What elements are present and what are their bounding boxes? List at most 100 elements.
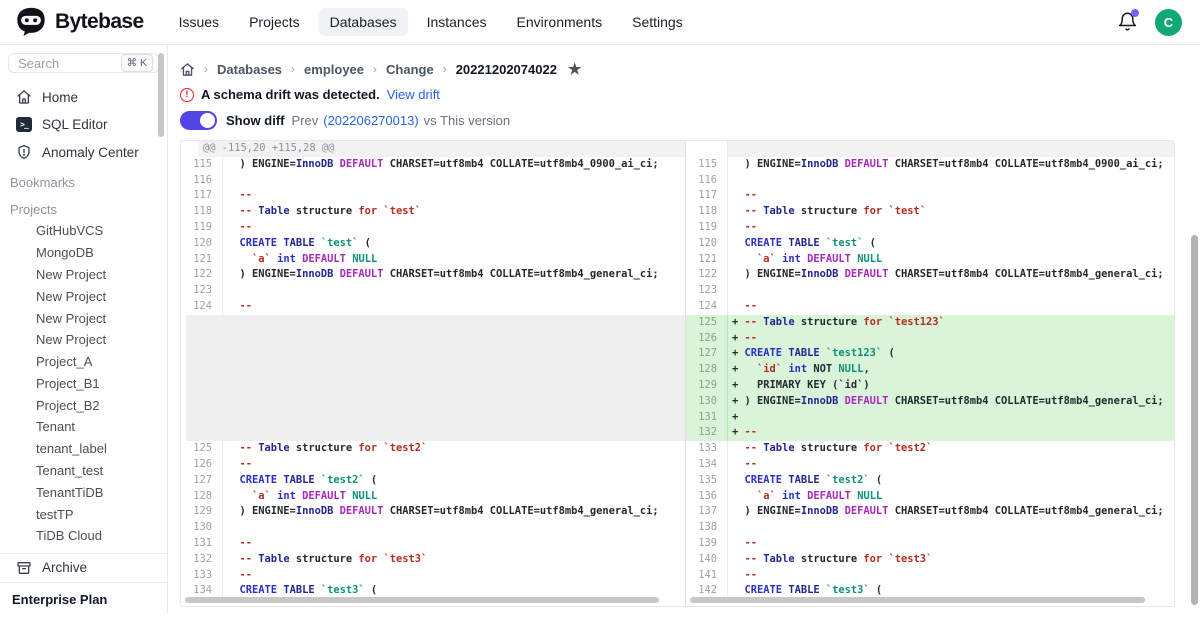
sidebar-section-bookmarks[interactable]: Bookmarks bbox=[0, 166, 167, 193]
nav-issues[interactable]: Issues bbox=[168, 8, 230, 36]
home-icon[interactable] bbox=[180, 62, 195, 77]
project-item[interactable]: MongoDB bbox=[0, 242, 167, 264]
sidebar: Search ⌘ K Home >_ SQL Editor Anomaly Ce… bbox=[0, 45, 168, 613]
notifications-button[interactable] bbox=[1117, 11, 1139, 33]
line-number: 140 bbox=[686, 552, 728, 568]
code-text: + -- bbox=[728, 331, 1174, 347]
diff-line: 128 `a` int DEFAULT NULL bbox=[181, 489, 685, 505]
line-number: 135 bbox=[686, 473, 728, 489]
line-number: 126 bbox=[686, 331, 728, 347]
project-item[interactable]: testTP bbox=[0, 503, 167, 525]
nav-environments[interactable]: Environments bbox=[506, 8, 614, 36]
line-number: 128 bbox=[686, 362, 728, 378]
sidebar-item-home[interactable]: Home bbox=[0, 83, 167, 111]
hunk-header-text: @@ -115,20 +115,28 @@ bbox=[199, 141, 685, 157]
breadcrumb-change[interactable]: Change bbox=[386, 62, 434, 77]
project-item[interactable]: New Project bbox=[0, 264, 167, 286]
diff-line: 135 CREATE TABLE `test2` ( bbox=[686, 473, 1174, 489]
avatar[interactable]: C bbox=[1155, 9, 1182, 36]
breadcrumb-employee[interactable]: employee bbox=[304, 62, 364, 77]
search-input[interactable]: Search ⌘ K bbox=[8, 53, 159, 73]
code-text: -- bbox=[728, 299, 1174, 315]
code-text: ) ENGINE=InnoDB DEFAULT CHARSET=utf8mb4 … bbox=[728, 504, 1174, 520]
diff-line: 122 ) ENGINE=InnoDB DEFAULT CHARSET=utf8… bbox=[686, 267, 1174, 283]
horizontal-scrollbar-right[interactable] bbox=[690, 597, 1145, 603]
diff-line: 139 -- bbox=[686, 536, 1174, 552]
diff-line: 116 bbox=[686, 173, 1174, 189]
nav-settings[interactable]: Settings bbox=[621, 8, 694, 36]
hunk-header-line: @@ -115,20 +115,28 @@ bbox=[181, 141, 685, 157]
bytebase-logo[interactable]: Bytebase bbox=[14, 5, 144, 39]
code-text: `a` int DEFAULT NULL bbox=[728, 252, 1174, 268]
project-item[interactable]: New Project bbox=[0, 329, 167, 351]
project-item[interactable]: TenantTiDB bbox=[0, 481, 167, 503]
horizontal-scrollbar-left[interactable] bbox=[185, 597, 659, 603]
search-placeholder: Search bbox=[18, 56, 121, 71]
view-drift-link[interactable]: View drift bbox=[387, 87, 440, 102]
code-text: -- bbox=[223, 220, 685, 236]
nav-projects[interactable]: Projects bbox=[238, 8, 311, 36]
project-item[interactable]: TiDB Cloud bbox=[0, 525, 167, 547]
code-text: -- Table structure for `test3` bbox=[728, 552, 1174, 568]
line-number: 129 bbox=[686, 378, 728, 394]
terminal-icon: >_ bbox=[16, 117, 32, 132]
diff-line: 115 ) ENGINE=InnoDB DEFAULT CHARSET=utf8… bbox=[686, 157, 1174, 173]
code-text: `a` int DEFAULT NULL bbox=[728, 489, 1174, 505]
archive-block: Archive bbox=[0, 553, 167, 582]
diff-line: 117 -- bbox=[181, 188, 685, 204]
project-item[interactable]: GitHubVCS bbox=[0, 220, 167, 242]
sidebar-scrollbar[interactable] bbox=[158, 53, 164, 137]
line-number: 125 bbox=[181, 441, 223, 457]
project-item[interactable]: Project_B2 bbox=[0, 394, 167, 416]
project-item[interactable]: Project_A bbox=[0, 351, 167, 373]
diff-line: 140 -- Table structure for `test3` bbox=[686, 552, 1174, 568]
code-text: -- bbox=[728, 220, 1174, 236]
project-item[interactable]: New Project bbox=[0, 285, 167, 307]
code-text bbox=[223, 283, 685, 299]
code-text: CREATE TABLE `test2` ( bbox=[728, 473, 1174, 489]
nav-databases[interactable]: Databases bbox=[319, 8, 408, 36]
line-number: 132 bbox=[686, 425, 728, 441]
line-number: 122 bbox=[686, 267, 728, 283]
code-text: -- Table structure for `test3` bbox=[223, 552, 685, 568]
sidebar-item-anomaly-center[interactable]: Anomaly Center bbox=[0, 138, 167, 166]
project-item[interactable]: Project_B1 bbox=[0, 372, 167, 394]
sidebar-item-archive[interactable]: Archive bbox=[0, 554, 167, 582]
line-number: 123 bbox=[686, 283, 728, 299]
code-text: `a` int DEFAULT NULL bbox=[223, 489, 685, 505]
star-icon[interactable]: ★ bbox=[568, 60, 581, 78]
project-item[interactable]: Tenant_test bbox=[0, 460, 167, 482]
code-text: -- bbox=[728, 188, 1174, 204]
breadcrumb-current: 20221202074022 bbox=[456, 62, 557, 77]
prev-version-link[interactable]: (202206270013) bbox=[323, 113, 418, 128]
project-item[interactable]: New Project bbox=[0, 307, 167, 329]
project-item[interactable]: Tenant bbox=[0, 416, 167, 438]
diff-pane-modified[interactable]: 115 ) ENGINE=InnoDB DEFAULT CHARSET=utf8… bbox=[685, 141, 1174, 606]
shield-alert-icon bbox=[16, 144, 32, 160]
sidebar-section-projects[interactable]: Projects bbox=[0, 193, 167, 220]
code-text: -- bbox=[728, 536, 1174, 552]
sidebar-item-sql-editor[interactable]: >_ SQL Editor bbox=[0, 111, 167, 138]
diff-line: 125+ -- Table structure for `test123` bbox=[686, 315, 1174, 331]
code-text bbox=[223, 520, 685, 536]
breadcrumb-databases[interactable]: Databases bbox=[217, 62, 282, 77]
line-number: 138 bbox=[686, 520, 728, 536]
hunk-pad bbox=[181, 141, 199, 157]
line-number: 117 bbox=[686, 188, 728, 204]
line-number: 134 bbox=[686, 457, 728, 473]
nav-instances[interactable]: Instances bbox=[416, 8, 498, 36]
line-number: 130 bbox=[686, 394, 728, 410]
line-number: 137 bbox=[686, 504, 728, 520]
page-scrollbar[interactable] bbox=[1191, 235, 1198, 605]
code-text bbox=[728, 173, 1174, 189]
diff-pane-original[interactable]: @@ -115,20 +115,28 @@115 ) ENGINE=InnoDB… bbox=[181, 141, 685, 606]
line-number: 141 bbox=[686, 568, 728, 584]
home-icon bbox=[16, 89, 32, 105]
diff-line: 119 -- bbox=[181, 220, 685, 236]
diff-line: 141 -- bbox=[686, 568, 1174, 584]
show-diff-toggle[interactable] bbox=[180, 111, 217, 130]
project-item[interactable]: tenant_label bbox=[0, 438, 167, 460]
line-number: 133 bbox=[686, 441, 728, 457]
diff-line: 126+ -- bbox=[686, 331, 1174, 347]
line-number: 120 bbox=[686, 236, 728, 252]
